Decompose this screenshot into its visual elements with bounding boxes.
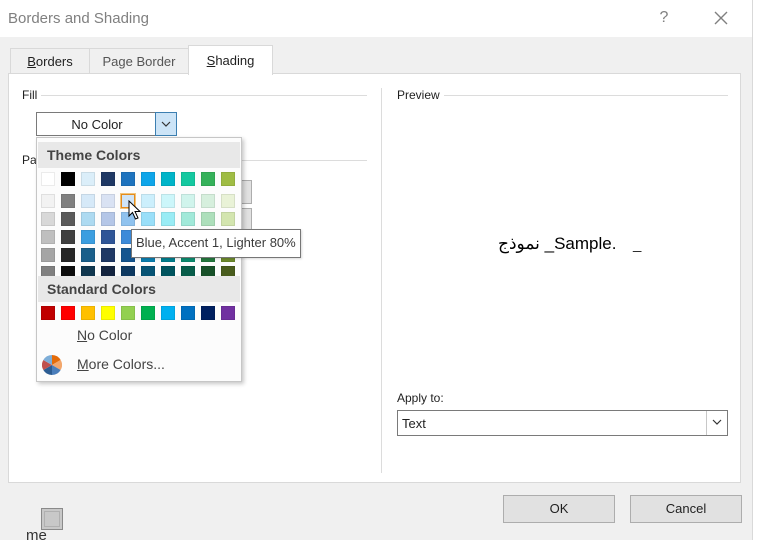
tab-borders-accel: B — [27, 54, 36, 69]
theme-shade-swatch[interactable] — [221, 194, 235, 208]
fill-dropdown-button[interactable] — [155, 112, 177, 136]
more-colors-rest: ore Colors... — [88, 356, 165, 372]
no-color-swatch — [41, 508, 63, 530]
cancel-button[interactable]: Cancel — [630, 495, 742, 523]
no-color-rest: o Color — [87, 327, 133, 343]
standard-colors-header: Standard Colors — [38, 276, 240, 302]
standard-color-swatch[interactable] — [201, 306, 215, 320]
fill-color-dropdown: Theme Colors Standard Colors No Color Mo… — [36, 137, 242, 530]
color-wheel-icon — [42, 355, 62, 375]
theme-shade-swatch[interactable] — [161, 212, 175, 226]
theme-shade-swatch[interactable] — [201, 194, 215, 208]
theme-shade-swatch[interactable] — [141, 212, 155, 226]
theme-shade-swatch[interactable] — [41, 230, 55, 244]
preview-sample-text: نموذج _Sample. — [498, 234, 617, 253]
theme-shade-swatch[interactable] — [61, 194, 75, 208]
preview-sample: نموذج _Sample. — [498, 234, 616, 254]
theme-color-swatch[interactable] — [141, 172, 155, 186]
theme-shade-swatch[interactable] — [101, 212, 115, 226]
standard-color-swatch[interactable] — [181, 306, 195, 320]
theme-color-swatch[interactable] — [121, 172, 135, 186]
more-colors-accel: M — [77, 356, 89, 372]
no-color-accel: N — [77, 327, 88, 343]
preview-group-rule — [397, 95, 728, 96]
theme-color-swatch[interactable] — [101, 172, 115, 186]
theme-shade-swatch[interactable] — [201, 212, 215, 226]
theme-shade-swatch[interactable] — [101, 248, 115, 262]
theme-shade-swatch[interactable] — [61, 248, 75, 262]
theme-shade-swatch[interactable] — [81, 212, 95, 226]
theme-color-swatch[interactable] — [201, 172, 215, 186]
theme-color-swatch[interactable] — [161, 172, 175, 186]
close-button[interactable] — [707, 6, 735, 30]
standard-color-swatch[interactable] — [121, 306, 135, 320]
tab-page-border[interactable]: Page Border — [89, 48, 189, 74]
more-colors-label: More Colors... — [77, 356, 165, 372]
standard-color-swatch[interactable] — [41, 306, 55, 320]
theme-color-swatch[interactable] — [61, 172, 75, 186]
fill-color-value: No Color — [71, 117, 123, 132]
chevron-down-icon — [161, 121, 171, 127]
theme-shade-swatch[interactable] — [221, 212, 235, 226]
theme-color-swatch[interactable] — [41, 172, 55, 186]
theme-shade-swatch[interactable] — [81, 248, 95, 262]
fill-group-rule — [22, 95, 367, 96]
help-button[interactable]: ? — [650, 6, 678, 30]
tab-shading[interactable]: Shading — [188, 45, 273, 75]
theme-color-swatch[interactable] — [81, 172, 95, 186]
fill-group-label: Fill — [22, 88, 42, 102]
tab-shading-accel: S — [206, 53, 216, 68]
standard-color-swatch[interactable] — [161, 306, 175, 320]
standard-color-swatch[interactable] — [101, 306, 115, 320]
theme-shade-swatch[interactable] — [41, 194, 55, 208]
no-color-item[interactable]: No Color — [37, 322, 239, 530]
standard-color-swatch[interactable] — [61, 306, 75, 320]
background-document — [752, 0, 757, 540]
theme-shade-swatch[interactable] — [61, 212, 75, 226]
theme-shade-swatch[interactable] — [101, 194, 115, 208]
dialog-title: Borders and Shading — [8, 10, 149, 27]
theme-shade-swatch[interactable] — [41, 248, 55, 262]
title-bar: Borders and Shading ? — [0, 0, 752, 37]
chevron-down-icon — [712, 419, 722, 425]
ok-button[interactable]: OK — [503, 495, 615, 523]
no-color-label: No Color — [77, 327, 132, 343]
apply-to-select[interactable]: Text — [397, 410, 728, 436]
standard-color-swatch[interactable] — [221, 306, 235, 320]
theme-shade-swatch[interactable] — [81, 230, 95, 244]
mouse-cursor-icon — [128, 200, 142, 220]
theme-color-swatch[interactable] — [181, 172, 195, 186]
apply-to-dropdown-button[interactable] — [706, 411, 727, 435]
fill-color-picker[interactable]: No Color — [36, 112, 177, 136]
preview-trailing-mark: _ — [633, 236, 642, 253]
apply-to-label: Apply to: — [397, 391, 444, 405]
theme-shade-swatch[interactable] — [161, 194, 175, 208]
more-colors-item[interactable]: More Colors... — [37, 351, 239, 377]
standard-color-swatch[interactable] — [141, 306, 155, 320]
tab-borders[interactable]: Borders — [10, 48, 90, 74]
standard-color-swatch[interactable] — [81, 306, 95, 320]
theme-colors-header: Theme Colors — [38, 142, 240, 168]
theme-shade-swatch[interactable] — [141, 194, 155, 208]
theme-shade-swatch[interactable] — [61, 230, 75, 244]
theme-shade-swatch[interactable] — [101, 230, 115, 244]
theme-color-swatch[interactable] — [221, 172, 235, 186]
tab-borders-label: orders — [35, 54, 73, 69]
theme-shade-swatch[interactable] — [41, 212, 55, 226]
close-icon — [714, 11, 728, 25]
color-tooltip: Blue, Accent 1, Lighter 80% — [131, 229, 301, 258]
tab-shading-label: hading — [215, 53, 255, 68]
apply-to-value: Text — [402, 416, 426, 431]
preview-group-label: Preview — [397, 88, 444, 102]
theme-shade-swatch[interactable] — [81, 194, 95, 208]
group-divider — [381, 88, 382, 473]
theme-shade-swatch[interactable] — [181, 194, 195, 208]
theme-shade-swatch[interactable] — [181, 212, 195, 226]
